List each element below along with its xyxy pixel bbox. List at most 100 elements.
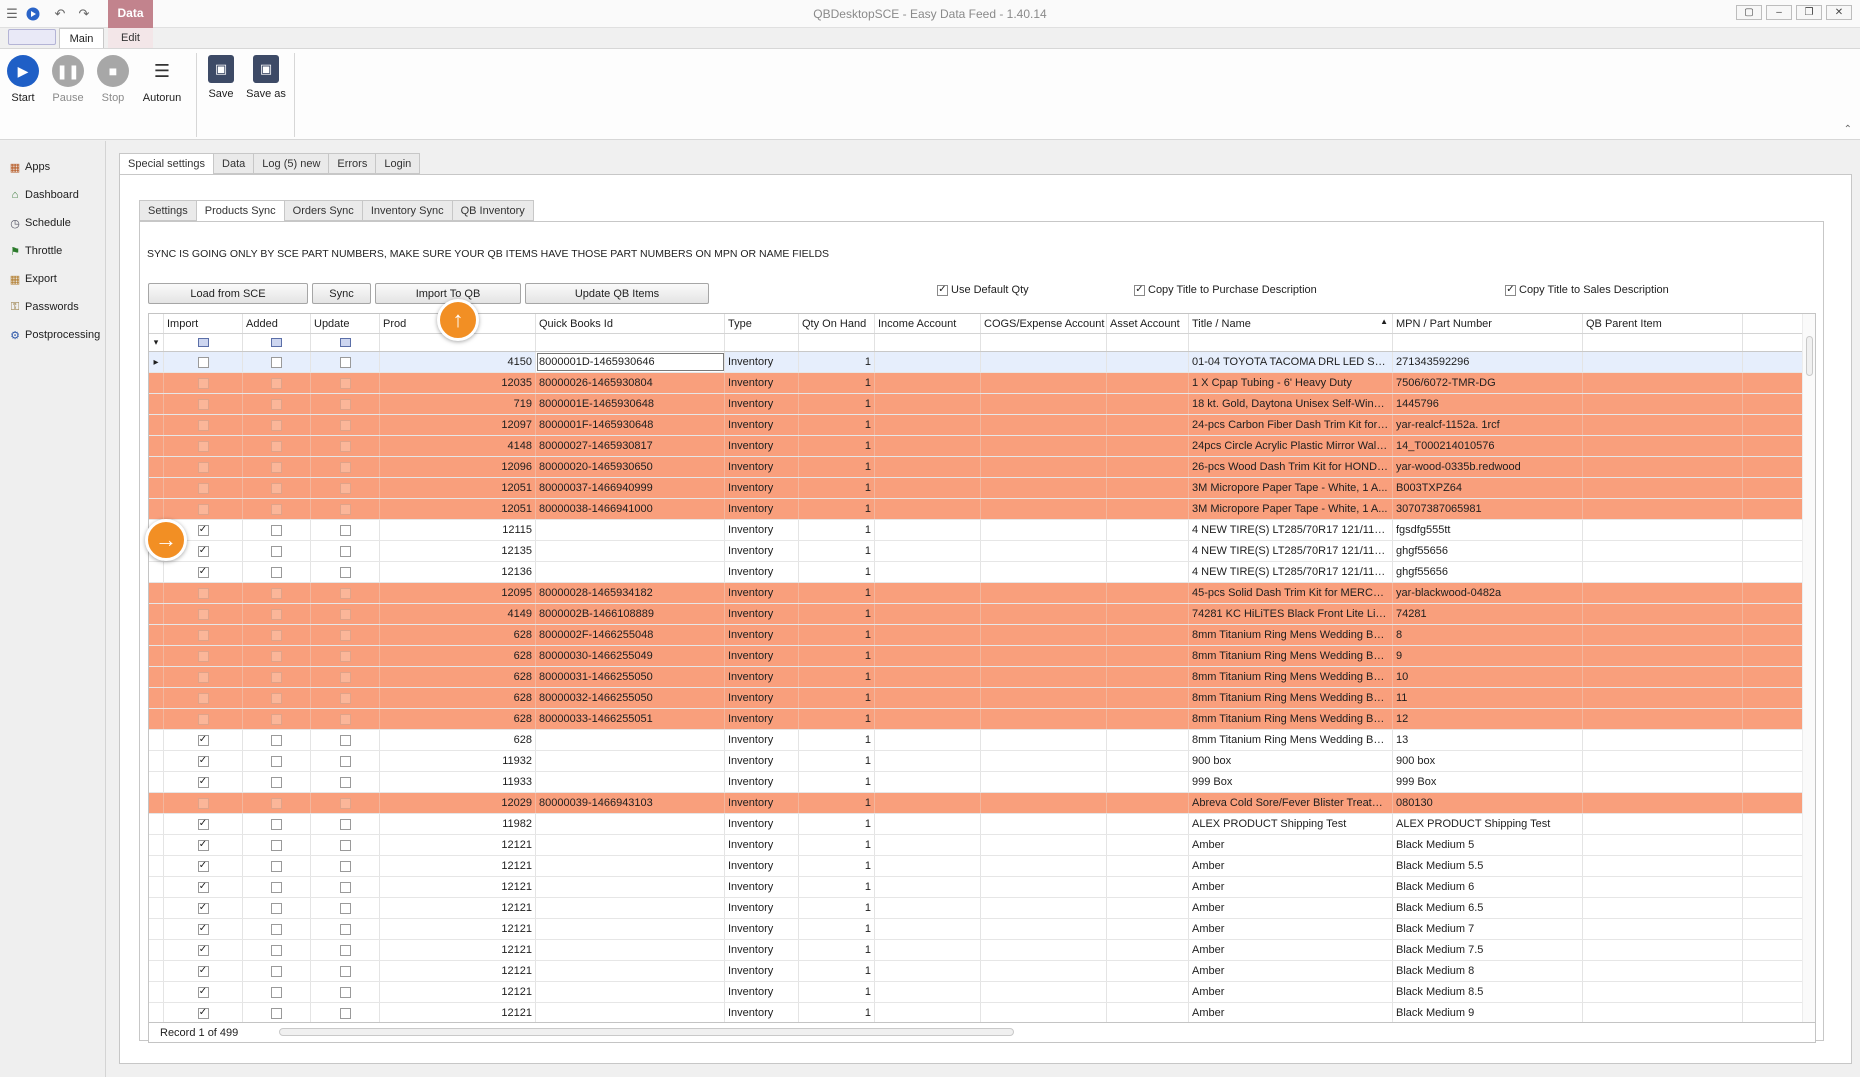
cell-qbid[interactable]: 80000026-1465930804: [536, 373, 725, 393]
tab-products-sync[interactable]: Products Sync: [195, 200, 285, 222]
added-checkbox[interactable]: [271, 356, 282, 368]
load-from-sce-button[interactable]: Load from SCE: [148, 283, 308, 304]
cell-added[interactable]: [243, 835, 311, 855]
table-row[interactable]: ▸ 4150 8000001D-1465930646 Inventory 1 01-04 …: [149, 352, 1815, 373]
column-header[interactable]: Import: [164, 314, 243, 333]
cell-prod[interactable]: 12121: [380, 898, 536, 918]
cell-parent[interactable]: [1583, 604, 1743, 624]
filter-cell[interactable]: [243, 334, 311, 351]
cell-import[interactable]: [164, 583, 243, 603]
cell-qbid[interactable]: [536, 835, 725, 855]
cell-asset[interactable]: [1107, 772, 1189, 792]
cell-mpn[interactable]: Black Medium 8.5: [1393, 982, 1583, 1002]
cell-import[interactable]: [164, 394, 243, 414]
cell-income[interactable]: [875, 520, 981, 540]
cell-update[interactable]: [311, 877, 380, 897]
cell-income[interactable]: [875, 1003, 981, 1022]
update-checkbox[interactable]: [339, 587, 351, 599]
cell-type[interactable]: Inventory: [725, 373, 799, 393]
tab-orders-sync[interactable]: Orders Sync: [283, 200, 363, 221]
filter-cell[interactable]: [164, 334, 243, 351]
cell-mpn[interactable]: Black Medium 6.5: [1393, 898, 1583, 918]
cell-asset[interactable]: [1107, 352, 1189, 372]
filter-cell[interactable]: [311, 334, 380, 351]
cell-qty[interactable]: 1: [799, 751, 875, 771]
table-row[interactable]: ✓ 11982 Inventory 1 ALEX PRODUCT Shipping Te…: [149, 814, 1815, 835]
table-row[interactable]: 12035 80000026-1465930804 Inventory 1 1 X Cp…: [149, 373, 1815, 394]
import-checkbox[interactable]: ✓: [197, 818, 209, 830]
cell-cogs[interactable]: [981, 856, 1107, 876]
sidebar-item-passwords[interactable]: ⚿ Passwords: [0, 293, 105, 321]
cell-type[interactable]: Inventory: [725, 352, 799, 372]
table-row[interactable]: ✓ 12121 Inventory 1 Amber Black Medium 5: [149, 835, 1815, 856]
cell-prod[interactable]: 12051: [380, 499, 536, 519]
cell-added[interactable]: [243, 352, 311, 372]
cell-import[interactable]: ✓: [164, 940, 243, 960]
cell-import[interactable]: [164, 373, 243, 393]
cell-update[interactable]: [311, 646, 380, 666]
cell-asset[interactable]: [1107, 478, 1189, 498]
cell-qbid[interactable]: 80000039-1466943103: [536, 793, 725, 813]
cell-update[interactable]: [311, 436, 380, 456]
cell-qty[interactable]: 1: [799, 352, 875, 372]
cell-added[interactable]: [243, 562, 311, 582]
update-checkbox[interactable]: [339, 986, 351, 998]
cell-cogs[interactable]: [981, 1003, 1107, 1022]
column-header[interactable]: QB Parent Item: [1583, 314, 1743, 333]
filter-cell[interactable]: [1583, 334, 1743, 351]
cell-asset[interactable]: [1107, 667, 1189, 687]
added-checkbox[interactable]: [271, 1007, 282, 1019]
cell-cogs[interactable]: [981, 751, 1107, 771]
column-header[interactable]: Asset Account: [1107, 314, 1189, 333]
column-header[interactable]: Income Account: [875, 314, 981, 333]
cell-qty[interactable]: 1: [799, 688, 875, 708]
cell-type[interactable]: Inventory: [725, 961, 799, 981]
cell-type[interactable]: Inventory: [725, 709, 799, 729]
cell-qty[interactable]: 1: [799, 478, 875, 498]
cell-import[interactable]: [164, 352, 243, 372]
cell-income[interactable]: [875, 814, 981, 834]
cell-income[interactable]: [875, 982, 981, 1002]
cell-asset[interactable]: [1107, 877, 1189, 897]
sidebar-item-dashboard[interactable]: ⌂ Dashboard: [0, 181, 105, 209]
cell-added[interactable]: [243, 814, 311, 834]
cell-title[interactable]: 01-04 TOYOTA TACOMA DRL LED SMO...: [1189, 352, 1393, 372]
cell-parent[interactable]: [1583, 814, 1743, 834]
cell-income[interactable]: [875, 940, 981, 960]
import-checkbox[interactable]: ✓: [197, 566, 209, 578]
added-checkbox[interactable]: [271, 461, 282, 473]
sidebar-item-throttle[interactable]: ⚑ Throttle: [0, 237, 105, 265]
cell-qbid[interactable]: 80000020-1465930650: [536, 457, 725, 477]
filter-cell[interactable]: [981, 334, 1107, 351]
table-row[interactable]: ✓ 12121 Inventory 1 Amber Black Medium 6.5: [149, 898, 1815, 919]
added-checkbox[interactable]: [271, 671, 282, 683]
cell-qty[interactable]: 1: [799, 562, 875, 582]
cell-income[interactable]: [875, 457, 981, 477]
table-row[interactable]: ✓ 12121 Inventory 1 Amber Black Medium 8: [149, 961, 1815, 982]
cell-import[interactable]: ✓: [164, 877, 243, 897]
cell-income[interactable]: [875, 898, 981, 918]
cell-parent[interactable]: [1583, 457, 1743, 477]
cell-added[interactable]: [243, 667, 311, 687]
cell-added[interactable]: [243, 961, 311, 981]
cell-title[interactable]: Amber: [1189, 982, 1393, 1002]
cell-mpn[interactable]: ghgf55656: [1393, 541, 1583, 561]
added-checkbox[interactable]: [271, 650, 282, 662]
cell-update[interactable]: [311, 835, 380, 855]
cell-mpn[interactable]: 900 box: [1393, 751, 1583, 771]
sidebar-item-schedule[interactable]: ◷ Schedule: [0, 209, 105, 237]
cell-asset[interactable]: [1107, 436, 1189, 456]
column-header[interactable]: Added: [243, 314, 311, 333]
cell-added[interactable]: [243, 583, 311, 603]
update-checkbox[interactable]: [339, 734, 351, 746]
added-checkbox[interactable]: [271, 440, 282, 452]
cell-import[interactable]: [164, 604, 243, 624]
cell-prod[interactable]: 12121: [380, 1003, 536, 1022]
import-checkbox[interactable]: [197, 587, 209, 599]
table-row[interactable]: 12051 80000038-1466941000 Inventory 1 3M Mic…: [149, 499, 1815, 520]
cell-income[interactable]: [875, 751, 981, 771]
cell-qty[interactable]: 1: [799, 520, 875, 540]
added-checkbox[interactable]: [271, 755, 282, 767]
vertical-scrollbar[interactable]: [1802, 314, 1815, 1022]
update-checkbox[interactable]: [339, 608, 351, 620]
